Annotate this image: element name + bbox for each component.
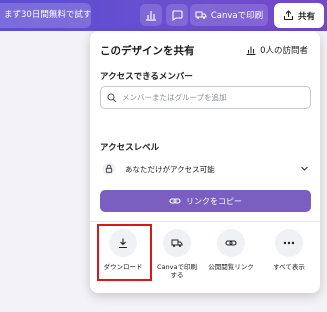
download-highlight-box — [97, 224, 152, 281]
access-level-value: あなただけがアクセス可能 — [125, 164, 215, 174]
public-view-link-action[interactable]: 公開閲覧リンク — [208, 229, 254, 271]
access-level-label: アクセスレベル — [100, 143, 160, 153]
member-search-field[interactable] — [100, 86, 311, 109]
comment-button[interactable] — [166, 4, 188, 26]
visitor-count-label: 0人の訪問者 — [260, 46, 308, 56]
link-icon — [225, 240, 237, 246]
search-icon — [107, 92, 117, 102]
divider — [90, 221, 320, 222]
analytics-button[interactable] — [140, 4, 162, 26]
lock-icon — [102, 162, 116, 176]
copy-link-label: リンクをコピー — [186, 196, 242, 206]
link-icon — [169, 198, 181, 204]
panel-title: このデザインを共有 — [100, 45, 195, 57]
share-button[interactable]: 共有 — [274, 3, 324, 28]
more-icon — [283, 241, 295, 245]
member-search-input[interactable] — [122, 93, 302, 102]
free-trial-button[interactable]: まず30日間無料で試す — [0, 3, 91, 28]
see-all-action[interactable]: すべて表示 — [266, 229, 312, 271]
public-view-link-label: 公開閲覧リンク — [208, 263, 254, 271]
members-label: アクセスできるメンバー — [100, 72, 193, 82]
analytics-icon — [246, 46, 256, 55]
copy-link-button[interactable]: リンクをコピー — [100, 190, 311, 212]
comment-icon — [172, 10, 183, 21]
share-button-label: 共有 — [297, 11, 315, 22]
access-level-dropdown[interactable]: あなただけがアクセス可能 — [100, 159, 311, 179]
see-all-label: すべて表示 — [273, 263, 305, 271]
print-action[interactable]: Canvaで印刷する — [154, 229, 200, 279]
visitor-count[interactable]: 0人の訪問者 — [246, 44, 308, 56]
chevron-down-icon — [301, 166, 308, 171]
print-label: Canvaで印刷する — [157, 263, 197, 279]
share-upload-icon — [283, 10, 294, 21]
truck-icon — [171, 239, 183, 247]
truck-icon — [195, 11, 207, 19]
analytics-icon — [146, 11, 156, 21]
print-with-canva-button[interactable]: Canvaで印刷 — [190, 4, 268, 26]
print-button-label: Canvaで印刷 — [210, 11, 264, 21]
top-bar: まず30日間無料で試す Canvaで印刷 共有 — [0, 0, 327, 31]
